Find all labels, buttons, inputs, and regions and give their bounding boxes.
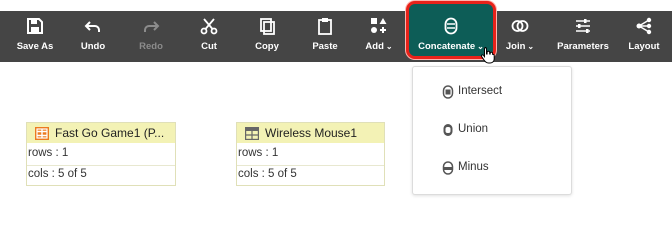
node-header[interactable]: Fast Go Game1 (P...: [27, 123, 175, 143]
menu-item-intersect[interactable]: Intersect: [413, 81, 571, 103]
union-icon: [443, 124, 453, 136]
undo-label: Undo: [80, 41, 106, 52]
node-cols: cols : 5 of 5: [28, 168, 87, 180]
parameters-button[interactable]: Parameters: [554, 11, 612, 62]
save-as-label: Save As: [16, 41, 54, 52]
cut-button[interactable]: Cut: [192, 11, 226, 62]
table-icon: [35, 126, 49, 140]
scissors-icon: [199, 16, 219, 36]
toolbar: Save As Undo Redo Cut Copy Paste Add ⌄ J…: [0, 11, 672, 62]
minus-icon: [442, 161, 454, 175]
hand-cursor-icon: [480, 47, 495, 64]
menu-item-label: Intersect: [458, 85, 503, 97]
join-icon: [510, 16, 530, 36]
dataset-node-fast-go-game[interactable]: Fast Go Game1 (P... rows : 1 cols : 5 of…: [26, 122, 176, 186]
table-icon: [245, 126, 259, 140]
menu-item-label: Union: [458, 123, 489, 135]
clipboard-icon: [315, 16, 335, 36]
redo-label: Redo: [139, 41, 163, 52]
share-nodes-icon: [634, 16, 654, 36]
paste-label: Paste: [312, 41, 338, 52]
node-divider: [237, 165, 384, 166]
intersect-icon: [442, 85, 454, 99]
paste-button[interactable]: Paste: [308, 11, 342, 62]
add-button[interactable]: Add ⌄: [360, 11, 398, 62]
layout-button[interactable]: Layout: [626, 11, 662, 62]
redo-icon: [141, 16, 161, 36]
cut-label: Cut: [201, 41, 217, 52]
node-title: Fast Go Game1 (P...: [55, 126, 165, 140]
sliders-icon: [573, 16, 593, 36]
node-divider: [27, 165, 175, 166]
copy-label: Copy: [255, 41, 279, 52]
join-button[interactable]: Join ⌄: [498, 11, 542, 62]
node-rows: rows : 1: [28, 147, 69, 159]
save-icon: [25, 16, 45, 36]
undo-button[interactable]: Undo: [76, 11, 110, 62]
node-title: Wireless Mouse1: [265, 126, 358, 140]
parameters-label: Parameters: [557, 41, 609, 52]
copy-button[interactable]: Copy: [250, 11, 284, 62]
add-shapes-icon: [369, 16, 389, 36]
node-header[interactable]: Wireless Mouse1: [237, 123, 384, 143]
add-label: Add ⌄: [365, 41, 393, 52]
concatenate-label: Concatenate ⌄: [418, 41, 484, 52]
dataset-node-wireless-mouse[interactable]: Wireless Mouse1 rows : 1 cols : 5 of 5: [236, 122, 385, 186]
layout-label: Layout: [628, 41, 660, 52]
redo-button[interactable]: Redo: [134, 11, 168, 62]
save-as-button[interactable]: Save As: [13, 11, 57, 62]
node-cols: cols : 5 of 5: [238, 168, 297, 180]
menu-item-label: Minus: [458, 161, 489, 173]
chevron-down-icon: ⌄: [385, 42, 393, 51]
node-rows: rows : 1: [238, 147, 279, 159]
concatenate-dropdown-menu: Intersect Union Minus: [412, 66, 572, 195]
concatenate-icon: [441, 16, 461, 36]
menu-item-minus[interactable]: Minus: [413, 157, 571, 179]
menu-item-union[interactable]: Union: [413, 119, 571, 141]
join-label: Join ⌄: [505, 41, 535, 52]
chevron-down-icon: ⌄: [527, 42, 535, 51]
undo-icon: [83, 16, 103, 36]
copy-icon: [257, 16, 277, 36]
